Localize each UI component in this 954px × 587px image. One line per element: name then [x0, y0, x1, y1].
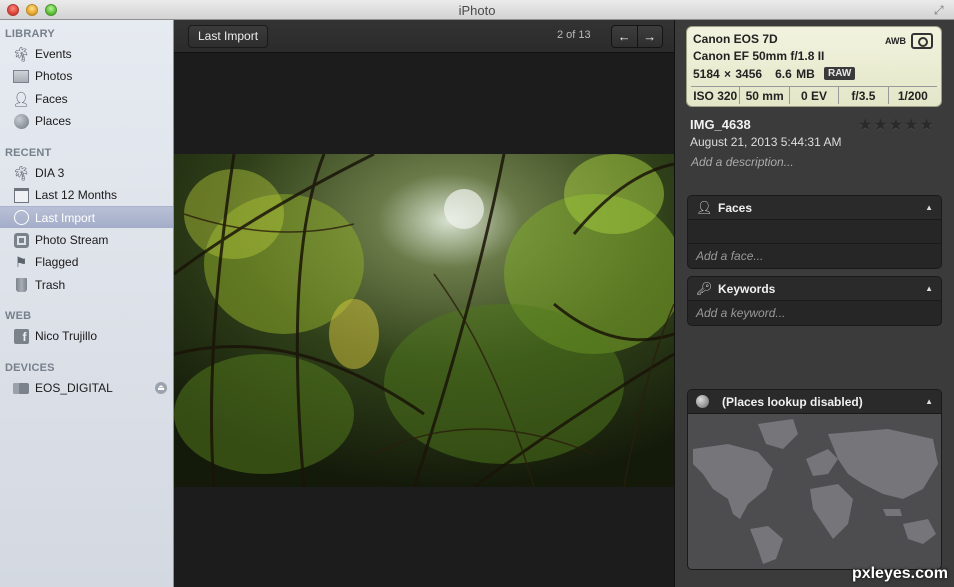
- fullscreen-icon[interactable]: ⤢: [934, 3, 948, 17]
- previous-photo-button[interactable]: ←: [612, 26, 637, 47]
- camera-icon: [12, 379, 30, 397]
- add-keyword-field[interactable]: Add a keyword...: [688, 301, 941, 325]
- star-rating[interactable]: ★★★★★: [858, 115, 935, 135]
- sidebar-item-label: DIA 3: [35, 166, 65, 180]
- sidebar-item-label: Faces: [35, 92, 68, 106]
- next-photo-button[interactable]: →: [636, 26, 663, 47]
- trash-icon: [12, 276, 30, 294]
- back-button-label: Last Import: [198, 29, 259, 43]
- arrow-right-icon: →: [643, 29, 657, 44]
- facebook-icon: f: [12, 327, 30, 345]
- sidebar-item-dia-3[interactable]: 🌴︎ DIA 3: [0, 162, 173, 184]
- sidebar-header-web: WEB: [5, 310, 32, 322]
- places-panel-header[interactable]: (Places lookup disabled) ▲: [688, 390, 941, 414]
- image-size: 5184 × 3456 6.6 MB: [693, 67, 815, 81]
- camera-model: Canon EOS 7D: [693, 32, 778, 46]
- exposure-row: ISO 320 50 mm 0 EV f/3.5 1/200: [691, 86, 937, 104]
- image-date: August 21, 2013 5:44:31 AM: [690, 135, 842, 149]
- window-title: iPhoto: [458, 3, 496, 18]
- faces-panel-header[interactable]: 👤︎ Faces ▲: [688, 196, 941, 220]
- forest-foliage-image: [174, 154, 674, 487]
- faces-title: Faces: [718, 200, 753, 215]
- palm-tree-icon: 🌴︎: [12, 164, 30, 181]
- sidebar-item-label: Last Import: [35, 210, 96, 225]
- dimensions: 5184 × 3456: [693, 67, 763, 81]
- sidebar-item-label: Trash: [35, 278, 66, 292]
- collapse-caret-icon[interactable]: ▲: [925, 397, 933, 406]
- faces-panel: 👤︎ Faces ▲ Add a face...: [687, 195, 942, 269]
- sidebar-item-events[interactable]: 🌴︎ Events: [0, 43, 173, 65]
- globe-icon: [696, 395, 710, 408]
- photo-counter: 2 of 13: [557, 29, 591, 41]
- photo-frame-icon: [12, 67, 30, 85]
- sidebar-item-label: Photo Stream: [35, 233, 109, 247]
- photo-image[interactable]: [174, 154, 674, 487]
- sidebar-header-recent: RECENT: [5, 147, 52, 159]
- world-map[interactable]: [688, 414, 941, 569]
- sidebar-item-label: Photos: [35, 69, 73, 83]
- back-to-last-import-button[interactable]: Last Import: [188, 25, 269, 48]
- focal-length: 50 mm: [739, 87, 788, 104]
- sidebar-item-label: Places: [35, 114, 72, 128]
- watermark: pxleyes.com: [851, 565, 948, 582]
- person-icon: 👤︎: [12, 90, 30, 107]
- info-panel: Canon EOS 7D Canon EF 50mm f/1.8 II 5184…: [674, 20, 954, 587]
- clock-icon: [12, 209, 30, 227]
- image-title[interactable]: IMG_4638: [690, 117, 751, 132]
- sidebar-item-last-12-months[interactable]: Last 12 Months: [0, 184, 173, 206]
- sidebar-item-label: Events: [35, 47, 72, 61]
- calendar-icon: [12, 186, 30, 204]
- sidebar-item-last-import[interactable]: Last Import: [0, 206, 173, 228]
- description-field[interactable]: Add a description...: [691, 155, 794, 169]
- key-icon: 🔑︎: [696, 280, 713, 296]
- sidebar-header-devices: DEVICES: [5, 362, 55, 374]
- faces-list: [688, 220, 941, 244]
- keywords-title: Keywords: [718, 281, 776, 296]
- sidebar-item-label: Flagged: [35, 255, 79, 269]
- photo-stream-icon: [12, 231, 30, 249]
- flag-icon: ⚑: [14, 253, 28, 270]
- sidebar-item-photo-stream[interactable]: Photo Stream: [0, 229, 173, 251]
- keywords-panel: 🔑︎ Keywords ▲ Add a keyword...: [687, 276, 942, 326]
- sidebar-item-nico-trujillo[interactable]: f Nico Trujillo: [0, 325, 173, 347]
- collapse-caret-icon[interactable]: ▲: [925, 284, 933, 293]
- world-map-graphic: [693, 419, 938, 564]
- sidebar: LIBRARY 🌴︎ Events Photos 👤︎ Faces Places…: [0, 20, 174, 587]
- exposure-bias: 0 EV: [788, 87, 838, 104]
- person-icon: 👤︎: [696, 199, 713, 215]
- exif-summary: Canon EOS 7D Canon EF 50mm f/1.8 II 5184…: [686, 26, 942, 107]
- sidebar-item-flagged[interactable]: ⚑ Flagged: [0, 251, 173, 273]
- lens-model: Canon EF 50mm f/1.8 II: [693, 49, 825, 63]
- collapse-caret-icon[interactable]: ▲: [925, 203, 933, 212]
- aperture: f/3.5: [838, 87, 887, 104]
- sidebar-item-label: Nico Trujillo: [35, 329, 98, 343]
- sidebar-item-trash[interactable]: Trash: [0, 274, 173, 296]
- metering-mode-icon: [911, 33, 933, 49]
- iso-value: ISO 320: [693, 89, 738, 103]
- keywords-panel-header[interactable]: 🔑︎ Keywords ▲: [688, 277, 941, 301]
- photo-viewer: Last Import 2 of 13 ← →: [174, 20, 674, 587]
- white-balance: AWB: [885, 36, 906, 46]
- shutter-speed: 1/200: [887, 87, 937, 104]
- arrow-left-icon: ←: [617, 29, 631, 44]
- sidebar-item-places[interactable]: Places: [0, 110, 173, 132]
- file-size: 6.6 MB: [775, 67, 815, 81]
- title-bar: iPhoto ⤢: [0, 0, 954, 20]
- viewer-toolbar: Last Import 2 of 13 ← →: [174, 20, 674, 53]
- photo-navigation: ← →: [611, 25, 663, 48]
- format-badge: RAW: [824, 67, 856, 80]
- places-panel: (Places lookup disabled) ▲: [687, 389, 942, 570]
- sidebar-header-library: LIBRARY: [5, 28, 55, 40]
- palm-tree-icon: 🌴︎: [12, 45, 30, 62]
- add-face-field[interactable]: Add a face...: [688, 244, 941, 268]
- sidebar-item-photos[interactable]: Photos: [0, 65, 173, 87]
- places-title: (Places lookup disabled): [722, 394, 863, 409]
- sidebar-item-faces[interactable]: 👤︎ Faces: [0, 88, 173, 110]
- eject-icon[interactable]: ⏏: [155, 382, 167, 394]
- globe-icon: [12, 112, 30, 130]
- sidebar-item-label: Last 12 Months: [35, 188, 118, 202]
- sidebar-item-label: EOS_DIGITAL: [35, 381, 113, 395]
- sidebar-item-eos-digital[interactable]: EOS_DIGITAL ⏏: [0, 377, 173, 399]
